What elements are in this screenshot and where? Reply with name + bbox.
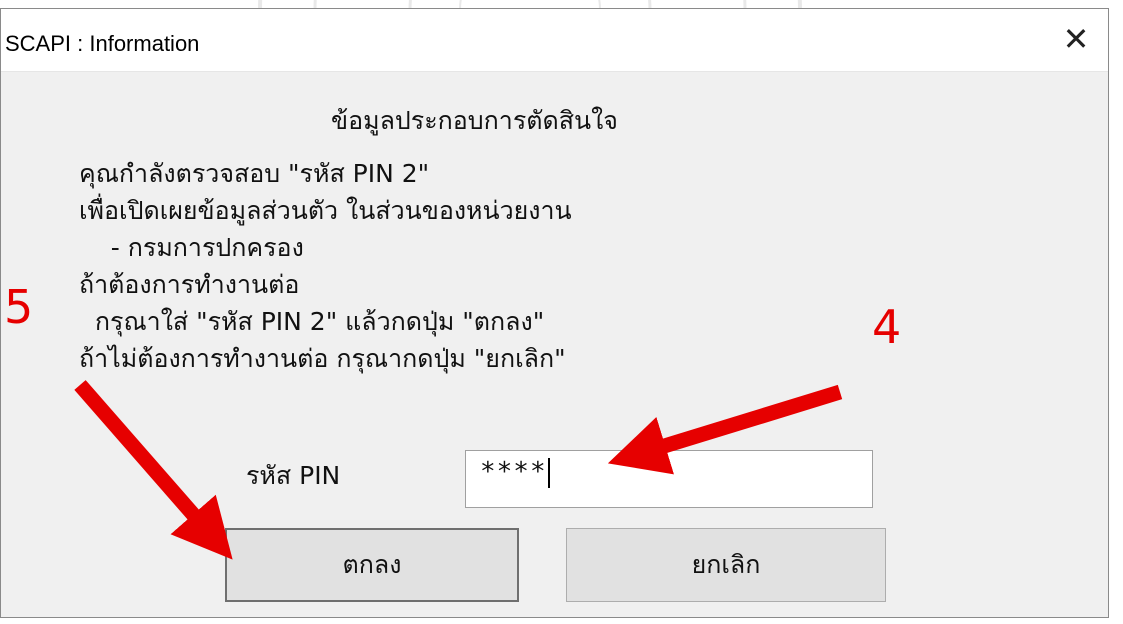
window-title: SCAPI : Information <box>5 31 200 56</box>
step-number-5: 5 <box>4 280 34 334</box>
cancel-button[interactable]: ยกเลิก <box>566 528 886 602</box>
ok-button[interactable]: ตกลง <box>225 528 519 602</box>
pin-value: **** <box>480 457 547 487</box>
ok-button-label: ตกลง <box>342 550 402 579</box>
dialog-heading: ข้อมูลประกอบการตัดสินใจ <box>331 106 618 135</box>
pin-label: รหัส PIN <box>246 461 341 490</box>
title-bar: SCAPI : Information ✕ <box>1 9 1108 72</box>
close-icon[interactable]: ✕ <box>1056 19 1096 59</box>
message-line-5: กรุณาใส่ "รหัส PIN 2" แล้วกดปุ่ม "ตกลง" <box>79 307 545 336</box>
message-line-1: คุณกำลังตรวจสอบ "รหัส PIN 2" <box>79 159 430 188</box>
message-line-6: ถ้าไม่ต้องการทำงานต่อ กรุณากดปุ่ม "ยกเลิ… <box>79 344 566 373</box>
text-caret <box>547 457 550 488</box>
message-line-4: ถ้าต้องการทำงานต่อ <box>79 270 300 299</box>
pin-input[interactable]: **** <box>465 450 873 508</box>
message-line-3: - กรมการปกครอง <box>79 233 304 262</box>
message-line-2: เพื่อเปิดเผยข้อมูลส่วนตัว ในส่วนของหน่วย… <box>79 196 572 225</box>
information-dialog: SCAPI : Information ✕ ข้อมูลประกอบการตัด… <box>0 8 1109 618</box>
cancel-button-label: ยกเลิก <box>691 550 761 579</box>
step-number-4: 4 <box>872 300 902 354</box>
